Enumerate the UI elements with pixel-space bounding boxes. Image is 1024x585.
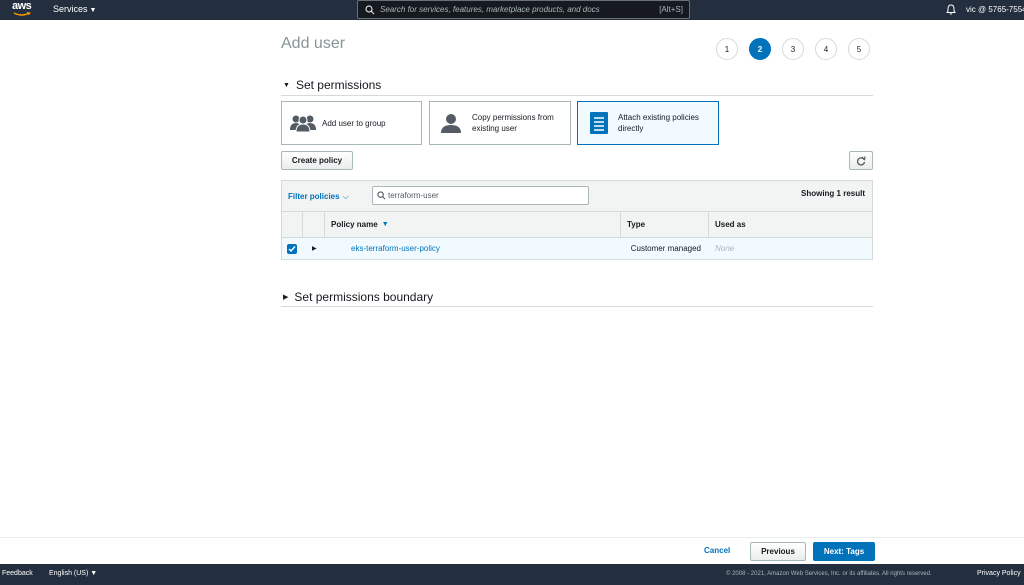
divider xyxy=(281,95,873,96)
aws-smile-icon xyxy=(13,12,31,16)
caret-down-icon: ▼ xyxy=(89,7,97,14)
table-header: Policy name ▼ Type Used as xyxy=(282,212,872,238)
set-permissions-header[interactable]: ▼ Set permissions xyxy=(283,78,381,92)
sort-down-icon: ▼ xyxy=(381,221,389,228)
header-used-as-label: Used as xyxy=(715,220,746,229)
option-label: Copy permissions from existing user xyxy=(472,113,554,133)
divider xyxy=(0,537,1024,538)
filter-policies-dropdown[interactable]: Filter policies ⌵ xyxy=(288,192,349,202)
bell-icon[interactable] xyxy=(946,4,956,15)
chevron-down-icon: ⌵ xyxy=(342,192,349,201)
caret-down-icon: ▼ xyxy=(283,81,290,89)
step-3[interactable]: 3 xyxy=(782,38,804,60)
footer: Feedback English (US) ▼ © 2008 - 2021, A… xyxy=(0,564,1024,585)
services-menu[interactable]: Services ▼ xyxy=(53,3,96,17)
header-policy-name-label: Policy name xyxy=(331,220,378,229)
policy-filter-bar: Filter policies⌵ Showing 1 result xyxy=(281,180,873,211)
step-2[interactable]: 2 xyxy=(749,38,771,60)
option-attach-policies[interactable]: Attach existing policies directly xyxy=(577,101,719,145)
search-shortcut-hint: [Alt+S] xyxy=(659,5,683,14)
set-permissions-title: Set permissions xyxy=(295,78,382,92)
header-used-as[interactable]: Used as xyxy=(709,212,872,237)
option-label: Attach existing policies directly xyxy=(618,113,699,133)
permissions-boundary-title: Set permissions boundary xyxy=(294,290,434,304)
user-icon xyxy=(441,114,461,133)
policies-table: Policy name ▼ Type Used as ▶ eks-terrafor… xyxy=(281,211,873,260)
step-1[interactable]: 1 xyxy=(716,38,738,60)
page-title: Add user xyxy=(281,35,346,52)
table-row[interactable]: ▶ eks-terraform-user-policy Customer man… xyxy=(282,238,872,259)
previous-button[interactable]: Previous xyxy=(750,542,806,561)
header-expand xyxy=(303,212,325,237)
policy-name-link[interactable]: eks-terraform-user-policy xyxy=(351,244,440,253)
row-checkbox[interactable] xyxy=(287,243,297,254)
services-label: Services xyxy=(53,4,88,14)
caret-right-icon: ▶ xyxy=(283,294,289,301)
row-name-cell: eks-terraform-user-policy xyxy=(325,238,621,259)
header-type[interactable]: Type xyxy=(621,212,709,237)
option-label: Add user to group xyxy=(322,118,386,128)
row-used-as: None xyxy=(715,244,735,253)
row-expand-cell: ▶ xyxy=(303,238,325,259)
header-policy-name[interactable]: Policy name ▼ xyxy=(325,212,621,237)
global-search-input[interactable] xyxy=(380,5,660,14)
copyright-text: © 2008 - 2021, Amazon Web Services, Inc.… xyxy=(726,571,932,577)
result-count: Showing 1 result xyxy=(800,189,865,198)
step-5[interactable]: 5 xyxy=(848,38,870,60)
global-search[interactable]: [Alt+S] xyxy=(357,0,690,19)
next-tags-button[interactable]: Next: Tags xyxy=(813,542,875,561)
privacy-policy-link[interactable]: Privacy Policy xyxy=(977,570,1021,577)
aws-logo-text: aws xyxy=(12,0,32,12)
wizard-steps: 1 2 3 4 5 xyxy=(716,38,870,60)
language-selector[interactable]: English (US) ▼ xyxy=(49,570,97,577)
search-icon xyxy=(365,4,375,14)
divider xyxy=(281,306,873,307)
filter-policies-label: Filter policies xyxy=(288,192,340,201)
step-4[interactable]: 4 xyxy=(815,38,837,60)
create-policy-button[interactable]: Create policy xyxy=(281,151,353,170)
policy-search-box[interactable] xyxy=(372,186,589,205)
caret-right-icon[interactable]: ▶ xyxy=(312,245,317,252)
checkmark-icon xyxy=(288,245,296,252)
refresh-button[interactable] xyxy=(849,151,873,170)
header-type-label: Type xyxy=(627,220,646,229)
option-copy-permissions[interactable]: Copy permissions from existing user xyxy=(429,101,571,145)
feedback-link[interactable]: Feedback xyxy=(2,570,33,577)
refresh-icon xyxy=(856,155,866,166)
search-icon xyxy=(377,191,386,200)
document-icon xyxy=(590,112,608,134)
policy-search-input[interactable] xyxy=(388,191,588,200)
row-select-cell xyxy=(282,238,303,259)
permissions-boundary-header[interactable]: ▶ Set permissions boundary xyxy=(283,290,433,304)
aws-logo[interactable]: aws xyxy=(12,1,34,19)
top-navigation: aws Services▼ [Alt+S] vic @ 5765-7554 xyxy=(0,0,1024,20)
users-group-icon xyxy=(290,115,316,132)
cancel-button[interactable]: Cancel xyxy=(704,546,730,555)
option-add-user-to-group[interactable]: Add user to group xyxy=(281,101,422,145)
row-type: Customer managed xyxy=(630,244,701,253)
account-menu[interactable]: vic @ 5765-7554 xyxy=(966,4,1024,15)
header-select xyxy=(282,212,303,237)
